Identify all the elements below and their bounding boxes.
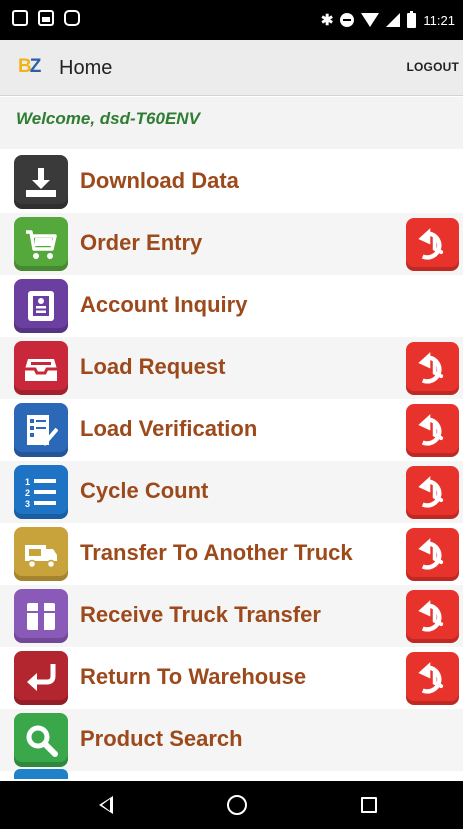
photo-icon	[38, 10, 54, 26]
menu-item-label: Receive Truck Transfer	[80, 602, 321, 627]
menu-item[interactable]: Product Search	[0, 709, 463, 771]
package-icon	[14, 589, 68, 643]
menu-item[interactable]: Load Verification	[0, 399, 463, 461]
partial-menu-tile	[14, 769, 68, 779]
menu-item-label: Product Search	[80, 726, 243, 751]
truck-transfer-icon	[14, 527, 68, 581]
nav-bar	[0, 781, 463, 829]
page-title: Home	[59, 57, 113, 79]
svg-text:1: 1	[25, 477, 30, 487]
bag-icon	[64, 10, 80, 26]
home-icon[interactable]	[227, 795, 247, 815]
history-icon[interactable]	[406, 528, 459, 581]
status-time: 11:21	[423, 12, 455, 28]
download-icon	[14, 155, 68, 209]
menu-item-label: Order Entry	[80, 230, 203, 255]
app-logo: BZ	[18, 56, 42, 77]
menu-item[interactable]: 1 2 3 Cycle Count	[0, 461, 463, 523]
svg-text:2: 2	[25, 488, 30, 498]
history-icon[interactable]	[406, 342, 459, 395]
menu-item[interactable]: Order Entry	[0, 213, 463, 275]
notification-icon	[12, 10, 28, 26]
bluetooth-icon: ✱	[320, 12, 334, 29]
menu-item-label: Download Data	[80, 168, 239, 193]
menu-item-label: Return To Warehouse	[80, 664, 307, 689]
history-icon[interactable]	[406, 218, 459, 271]
signal-icon	[386, 13, 401, 27]
wifi-icon	[361, 13, 380, 27]
return-arrow-icon	[14, 651, 68, 705]
menu-item-label: Cycle Count	[80, 478, 209, 503]
welcome-banner: Welcome, dsd-T60ENV	[0, 97, 463, 149]
app-screen: ✱ 11:21 BZ Home LOGOUT Welcome, dsd-T60E…	[0, 0, 463, 829]
menu-item[interactable]: Return To Warehouse	[0, 647, 463, 709]
menu-item[interactable]: Receive Truck Transfer	[0, 585, 463, 647]
menu-item[interactable]: Load Request	[0, 337, 463, 399]
app-bar: BZ Home LOGOUT	[0, 40, 463, 96]
menu-item[interactable]: Account Inquiry	[0, 275, 463, 337]
inbox-tray-icon	[14, 341, 68, 395]
history-icon[interactable]	[406, 590, 459, 643]
menu-item-label: Load Verification	[80, 416, 258, 441]
welcome-text: Welcome, dsd-T60ENV	[16, 109, 200, 128]
do-not-disturb-icon	[340, 13, 355, 27]
logout-button[interactable]: LOGOUT	[406, 60, 459, 74]
contact-card-icon	[14, 279, 68, 333]
battery-icon	[407, 10, 417, 28]
history-icon[interactable]	[406, 466, 459, 519]
menu-list: Download Data Order Entry Account Inquiry L…	[0, 151, 463, 771]
menu-item[interactable]: Download Data	[0, 151, 463, 213]
magnifier-icon	[14, 713, 68, 767]
history-icon[interactable]	[406, 652, 459, 705]
history-icon[interactable]	[406, 404, 459, 457]
menu-item-label: Account Inquiry	[80, 292, 248, 317]
back-icon[interactable]	[99, 796, 113, 814]
recents-icon[interactable]	[361, 797, 377, 813]
menu-item-label: Transfer To Another Truck	[80, 540, 353, 565]
shopping-cart-icon	[14, 217, 68, 271]
svg-text:3: 3	[25, 499, 30, 509]
menu-item-label: Load Request	[80, 354, 226, 379]
numbered-list-icon: 123	[14, 465, 68, 519]
checklist-icon	[14, 403, 68, 457]
status-bar: ✱ 11:21	[0, 0, 463, 40]
menu-item[interactable]: Transfer To Another Truck	[0, 523, 463, 585]
